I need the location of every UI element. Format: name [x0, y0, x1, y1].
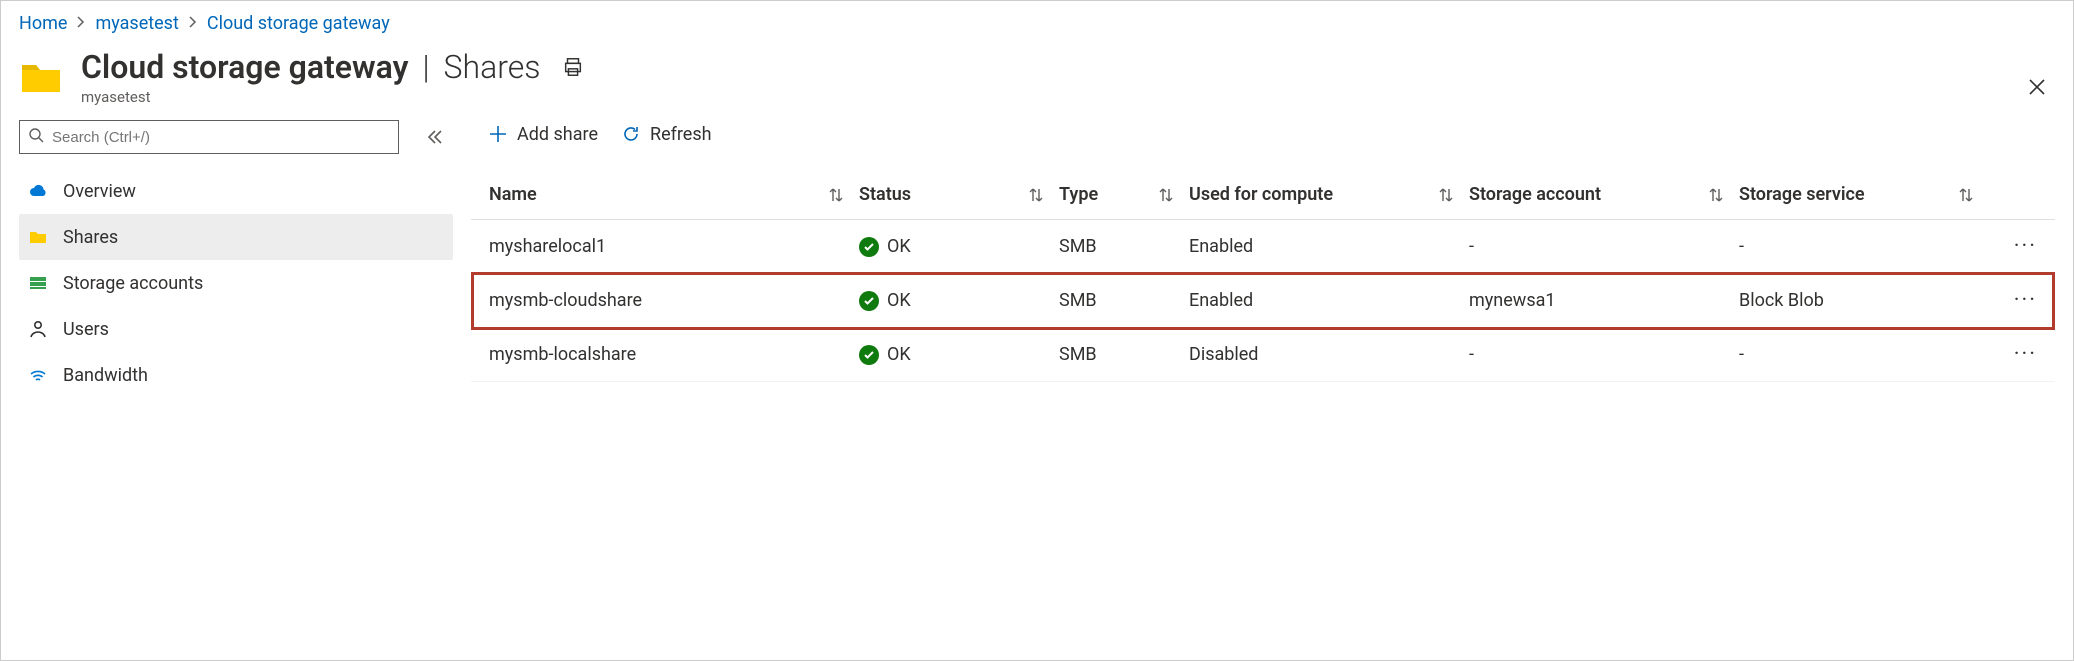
main-content: Add share Refresh Name Status Type	[471, 108, 2073, 398]
cell-type: SMB	[1051, 220, 1181, 274]
breadcrumb-home[interactable]: Home	[19, 13, 67, 34]
sort-icon[interactable]	[1959, 187, 1973, 203]
search-input-wrapper[interactable]	[19, 120, 399, 154]
status-ok-icon	[859, 345, 879, 365]
refresh-button[interactable]: Refresh	[622, 124, 712, 145]
search-input[interactable]	[52, 129, 390, 146]
sort-icon[interactable]	[1159, 187, 1173, 203]
col-header-service[interactable]: Storage service	[1739, 184, 1865, 205]
wifi-icon	[27, 364, 49, 386]
page-section: Shares	[444, 48, 541, 86]
sort-icon[interactable]	[1439, 187, 1453, 203]
close-icon[interactable]	[2023, 73, 2051, 101]
command-bar: Add share Refresh	[471, 108, 2055, 160]
cell-account: -	[1461, 220, 1731, 274]
chevron-right-icon	[189, 16, 197, 32]
sidebar-item-label: Users	[63, 319, 109, 340]
sidebar-item-label: Overview	[63, 181, 136, 202]
cell-status: OK	[887, 344, 911, 365]
cell-account: -	[1461, 328, 1731, 382]
table-row[interactable]: mysmb-localshareOKSMBDisabled--···	[471, 328, 2055, 382]
row-actions-icon[interactable]: ···	[2014, 342, 2037, 367]
sidebar-item-label: Storage accounts	[63, 273, 203, 294]
sort-icon[interactable]	[829, 187, 843, 203]
sidebar-item-label: Shares	[63, 227, 118, 248]
cell-service: -	[1731, 220, 1981, 274]
sidebar-item-users[interactable]: Users	[19, 306, 453, 352]
storage-icon	[27, 272, 49, 294]
resource-name: myasetest	[81, 88, 584, 106]
cell-status: OK	[887, 290, 911, 311]
cell-name[interactable]: mysmb-localshare	[471, 328, 851, 382]
breadcrumb-resource[interactable]: myasetest	[95, 13, 178, 34]
title-separator: |	[422, 48, 429, 86]
row-actions-icon[interactable]: ···	[2014, 288, 2037, 313]
sidebar-item-storage-accounts[interactable]: Storage accounts	[19, 260, 453, 306]
add-share-button[interactable]: Add share	[489, 124, 598, 145]
sidebar-item-shares[interactable]: Shares	[19, 214, 453, 260]
sidebar-item-label: Bandwidth	[63, 365, 148, 386]
status-ok-icon	[859, 291, 879, 311]
folder-icon	[19, 55, 63, 99]
table-row[interactable]: mysmb-cloudshare OK SMBEnabledmynewsa1Bloc…	[471, 274, 2055, 328]
cell-account: mynewsa1	[1461, 274, 1731, 328]
cell-type: SMB	[1051, 274, 1181, 328]
col-header-compute[interactable]: Used for compute	[1189, 184, 1333, 205]
col-header-status[interactable]: Status	[859, 184, 911, 205]
collapse-sidebar-icon[interactable]	[423, 125, 447, 149]
cell-name[interactable]: mysharelocal1	[471, 220, 851, 274]
user-icon	[27, 318, 49, 340]
cell-compute: Enabled	[1181, 274, 1461, 328]
add-share-label: Add share	[517, 124, 598, 145]
page-header: Cloud storage gateway | Shares myasetest	[1, 40, 2073, 108]
chevron-right-icon	[77, 16, 85, 32]
refresh-label: Refresh	[650, 124, 712, 145]
col-header-account[interactable]: Storage account	[1469, 184, 1601, 205]
cloud-icon	[27, 180, 49, 202]
table-row[interactable]: mysharelocal1OKSMBEnabled--···	[471, 220, 2055, 274]
print-icon[interactable]	[562, 56, 584, 82]
cell-service: -	[1731, 328, 1981, 382]
search-icon	[28, 127, 44, 147]
sidebar: Overview Shares Storage accounts Users Bandw…	[1, 108, 471, 398]
sort-icon[interactable]	[1029, 187, 1043, 203]
plus-icon	[489, 125, 507, 143]
refresh-icon	[622, 125, 640, 143]
col-header-type[interactable]: Type	[1059, 184, 1098, 205]
sort-icon[interactable]	[1709, 187, 1723, 203]
breadcrumb: Home myasetest Cloud storage gateway	[1, 1, 2073, 40]
sidebar-item-overview[interactable]: Overview	[19, 168, 453, 214]
breadcrumb-feature[interactable]: Cloud storage gateway	[207, 13, 390, 34]
sidebar-item-bandwidth[interactable]: Bandwidth	[19, 352, 453, 398]
cell-status: OK	[887, 236, 911, 257]
cell-type: SMB	[1051, 328, 1181, 382]
cell-service: Block Blob	[1731, 274, 1981, 328]
cell-compute: Disabled	[1181, 328, 1461, 382]
page-title: Cloud storage gateway	[81, 48, 408, 86]
cell-name[interactable]: mysmb-cloudshare	[471, 274, 851, 328]
cell-compute: Enabled	[1181, 220, 1461, 274]
row-actions-icon[interactable]: ···	[2014, 234, 2037, 259]
shares-table: Name Status Type Used for compute Storag…	[471, 170, 2055, 382]
folder-icon	[27, 226, 49, 248]
status-ok-icon	[859, 237, 879, 257]
col-header-name[interactable]: Name	[489, 184, 537, 205]
